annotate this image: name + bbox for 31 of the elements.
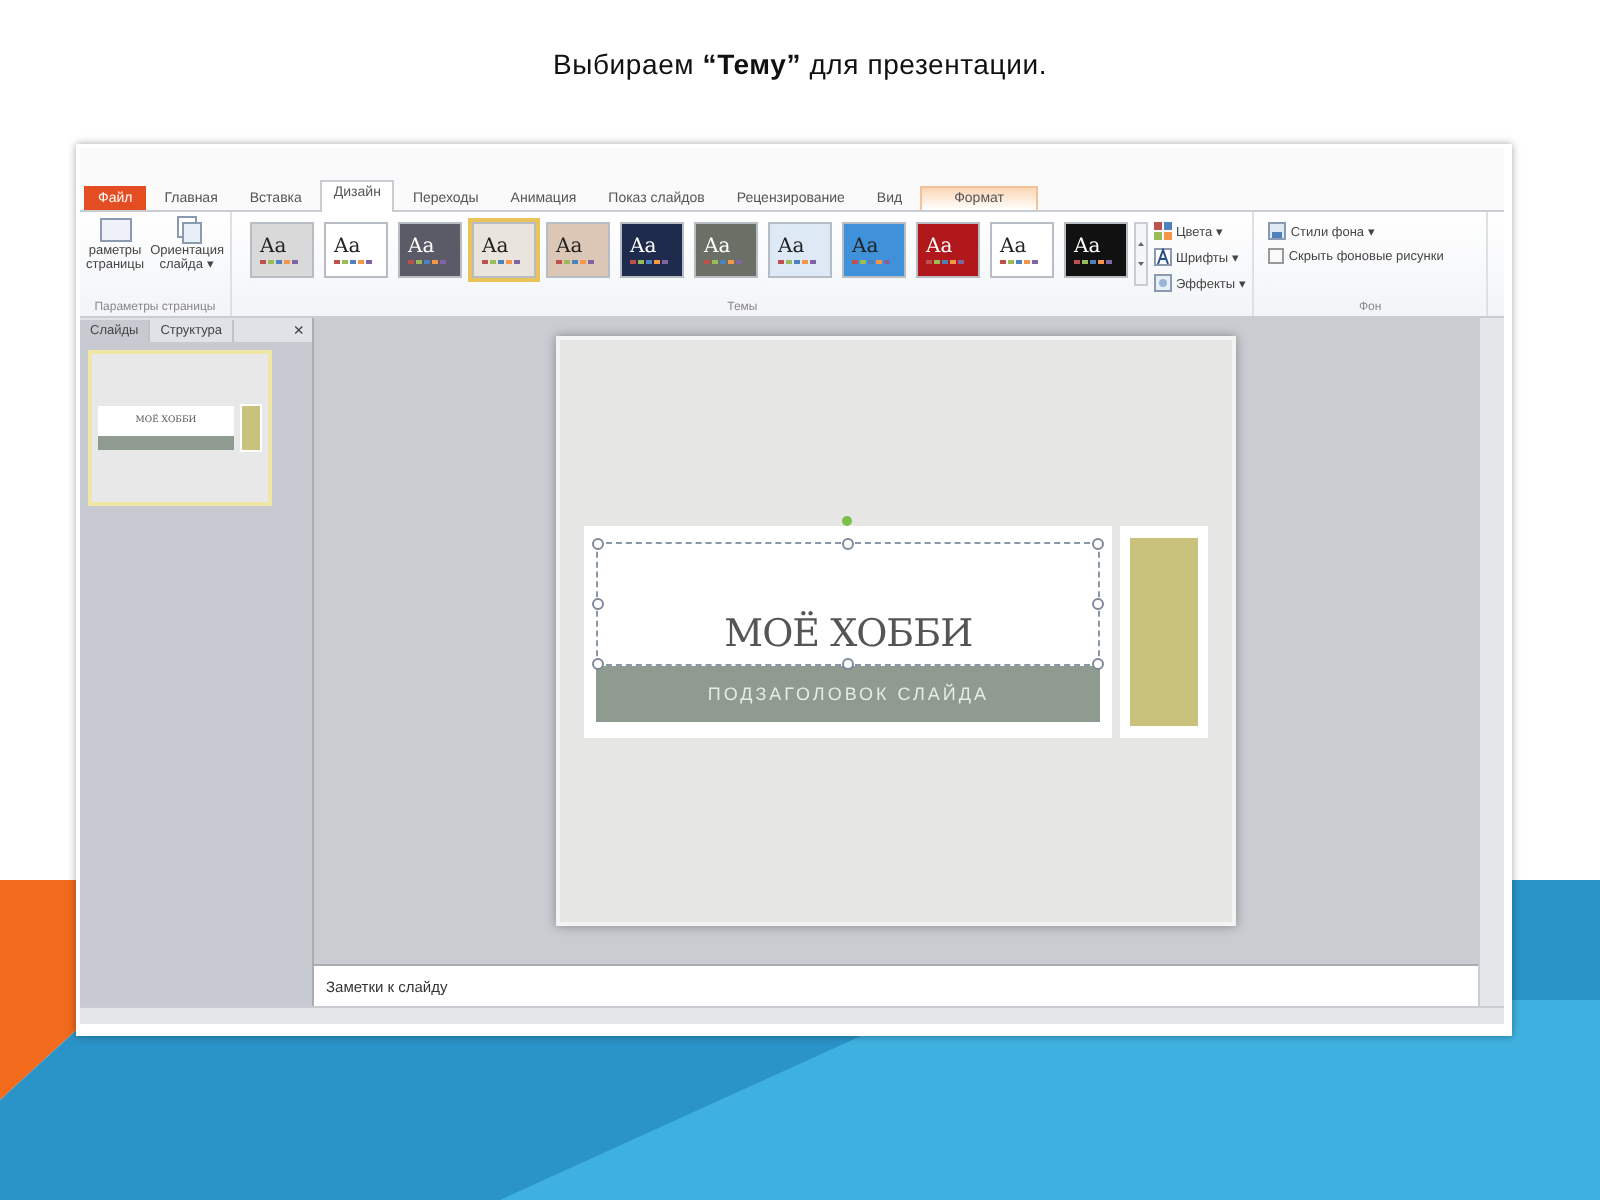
pages-icon (171, 216, 204, 244)
close-button[interactable]: × (285, 320, 312, 340)
resize-handle[interactable] (592, 597, 604, 609)
theme-thumbnail[interactable]: Aa (249, 222, 314, 278)
resize-handle[interactable] (1092, 537, 1105, 549)
theme-thumbnail[interactable]: Aa (619, 222, 684, 278)
effects-icon (1153, 274, 1172, 292)
resize-handle[interactable] (1092, 657, 1105, 669)
theme-thumbnail[interactable]: Aa (693, 222, 758, 278)
resize-handle[interactable] (592, 537, 604, 549)
page-icon (99, 216, 132, 244)
resize-handle[interactable] (1092, 597, 1105, 609)
theme-thumbnail[interactable]: Aa (1063, 222, 1128, 278)
theme-thumbnail[interactable]: Aa (841, 222, 906, 278)
theme-thumbnail[interactable]: Aa (397, 222, 462, 278)
paint-icon (1268, 222, 1287, 240)
gallery-scroll-icon[interactable] (1133, 222, 1148, 286)
theme-thumbnail[interactable]: Aa (545, 222, 610, 278)
theme-thumbnail[interactable]: Aa (471, 222, 536, 278)
theme-thumbnail[interactable]: Aa (989, 222, 1054, 278)
theme-thumbnail[interactable]: Aa (915, 222, 980, 278)
resize-handle[interactable] (842, 537, 855, 549)
rotate-handle[interactable] (842, 515, 853, 525)
theme-thumbnail[interactable]: Aa (767, 222, 832, 278)
font-icon (1153, 248, 1172, 266)
resize-handle[interactable] (592, 657, 604, 669)
theme-thumbnail[interactable]: Aa (323, 222, 388, 278)
resize-handle[interactable] (842, 657, 855, 669)
scrollbar[interactable] (1478, 318, 1504, 1006)
palette-icon (1153, 222, 1172, 240)
slide-caption: Выбираем “Тему” для презентации. (552, 48, 1048, 80)
